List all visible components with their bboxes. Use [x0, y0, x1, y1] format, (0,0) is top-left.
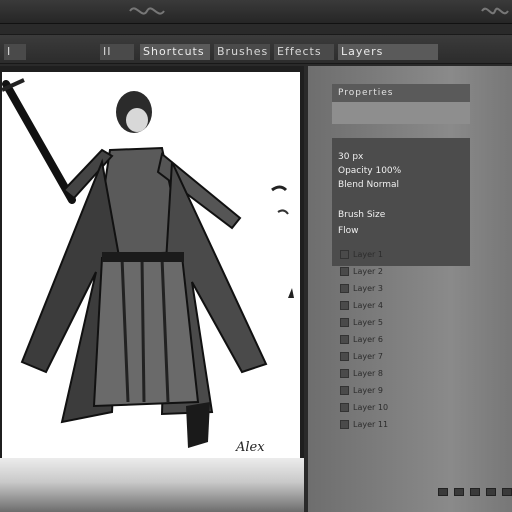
signature: Alex [236, 440, 265, 455]
layer-name: Layer 1 [353, 250, 383, 259]
panel-header: Properties [332, 84, 470, 102]
list-item[interactable]: Layer 11 [340, 416, 470, 433]
list-item[interactable]: Layer 6 [340, 331, 470, 348]
list-item[interactable]: Layer 10 [340, 399, 470, 416]
layer-name: Layer 6 [353, 335, 383, 344]
footer-button[interactable] [502, 488, 512, 496]
layer-name: Layer 11 [353, 420, 389, 429]
layer-thumbnail [340, 403, 349, 412]
property-row: Opacity 100% [338, 166, 402, 176]
toolbar-item[interactable]: Effects [274, 44, 334, 60]
toolbar-item[interactable]: Brushes [214, 44, 270, 60]
property-row: Flow [338, 226, 359, 236]
footer-button[interactable] [486, 488, 496, 496]
layer-thumbnail [340, 420, 349, 429]
panel-footer [438, 488, 512, 496]
layer-name: Layer 9 [353, 386, 383, 395]
list-item[interactable]: Layer 8 [340, 365, 470, 382]
layer-name: Layer 8 [353, 369, 383, 378]
toolbar: I II Shortcuts Brushes Effects Layers [0, 34, 512, 64]
layer-thumbnail [340, 318, 349, 327]
canvas-area: Alex [0, 66, 304, 512]
layer-thumbnail [340, 301, 349, 310]
layer-thumbnail [340, 386, 349, 395]
layer-name: Layer 10 [353, 403, 389, 412]
list-item[interactable]: Layer 9 [340, 382, 470, 399]
property-row: Blend Normal [338, 180, 400, 190]
canvas-floor [0, 458, 304, 512]
list-item[interactable]: Layer 4 [340, 297, 470, 314]
panel-top-field[interactable] [332, 102, 470, 124]
list-item[interactable]: Layer 5 [340, 314, 470, 331]
footer-button[interactable] [470, 488, 480, 496]
layer-name: Layer 3 [353, 284, 383, 293]
property-row: 30 px [338, 152, 364, 162]
ornament-icon [129, 7, 165, 15]
layer-name: Layer 4 [353, 301, 383, 310]
layer-thumbnail [340, 335, 349, 344]
toolbar-item[interactable]: Layers [338, 44, 438, 60]
layer-list: Layer 1 Layer 2 Layer 3 Layer 4 Layer 5 … [340, 246, 470, 433]
drawing-canvas[interactable] [2, 72, 300, 458]
ornament-icon [481, 7, 509, 15]
footer-button[interactable] [454, 488, 464, 496]
layer-thumbnail [340, 267, 349, 276]
layer-thumbnail [340, 250, 349, 259]
layer-thumbnail [340, 352, 349, 361]
layer-thumbnail [340, 369, 349, 378]
toolbar-item[interactable]: II [100, 44, 134, 60]
title-bar [0, 0, 512, 24]
properties-panel: Properties 30 px Opacity 100% Blend Norm… [306, 66, 512, 512]
layer-thumbnail [340, 284, 349, 293]
property-row: Brush Size [338, 210, 386, 220]
layer-name: Layer 7 [353, 352, 383, 361]
layer-name: Layer 2 [353, 267, 383, 276]
character-sketch [2, 78, 294, 448]
list-item[interactable]: Layer 7 [340, 348, 470, 365]
layer-name: Layer 5 [353, 318, 383, 327]
toolbar-item[interactable]: I [4, 44, 26, 60]
list-item[interactable]: Layer 1 [340, 246, 470, 263]
list-item[interactable]: Layer 3 [340, 280, 470, 297]
toolbar-item[interactable]: Shortcuts [140, 44, 210, 60]
list-item[interactable]: Layer 2 [340, 263, 470, 280]
footer-button[interactable] [438, 488, 448, 496]
